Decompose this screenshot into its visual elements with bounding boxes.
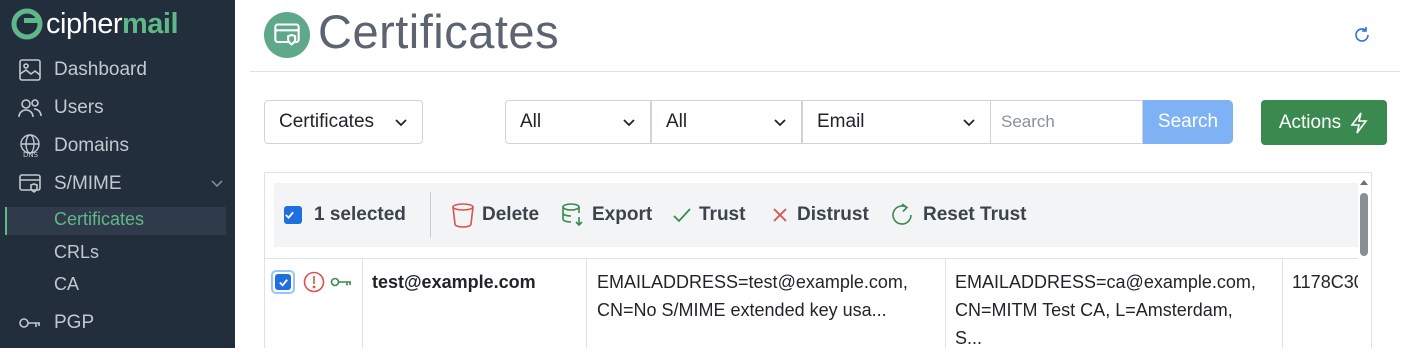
chevron-down-icon	[774, 119, 786, 127]
filter-select-2[interactable]: All	[651, 100, 802, 144]
sidebar-item-certificates[interactable]: Certificates	[54, 209, 144, 230]
reset-trust-button[interactable]: Reset Trust	[890, 183, 1026, 247]
sidebar-item-label: PGP	[54, 312, 95, 333]
page-title: Certificates	[318, 5, 560, 58]
trash-icon	[452, 203, 474, 228]
page-header: Certificates	[250, 0, 1400, 72]
certificate-icon	[264, 12, 310, 58]
scroll-up-icon[interactable]	[1358, 177, 1370, 187]
logo-text-cipher: cipher	[46, 7, 123, 40]
row-divider	[264, 258, 1358, 259]
type-select[interactable]: Certificates	[264, 100, 423, 144]
chevron-down-icon	[395, 119, 407, 127]
column-divider	[586, 258, 587, 348]
warning-icon	[303, 271, 325, 293]
field-select[interactable]: Email	[802, 100, 991, 144]
key-icon	[19, 318, 40, 328]
chevron-down-icon	[623, 119, 635, 127]
chevron-down-icon[interactable]	[210, 176, 224, 190]
export-button[interactable]: Export	[561, 183, 652, 247]
lightning-icon	[1350, 112, 1368, 133]
row-checkbox[interactable]	[271, 270, 295, 294]
sidebar-item-domains[interactable]: DNS Domains	[18, 131, 129, 161]
cell-email: test@example.com	[372, 272, 536, 292]
column-divider	[1282, 258, 1283, 348]
sidebar-item-label: Dashboard	[54, 59, 147, 80]
checkbox-checked-icon	[275, 274, 291, 290]
refresh-icon[interactable]	[1353, 26, 1371, 44]
logo[interactable]: ciphermail	[10, 4, 179, 44]
sidebar-item-pgp[interactable]: PGP	[18, 308, 94, 338]
sidebar-item-users[interactable]: Users	[18, 93, 104, 123]
cell-issuer-line: EMAILADDRESS=ca@example.com,	[955, 272, 1256, 292]
cipher-logo-icon	[11, 8, 43, 40]
cell-serial: 1178C30	[1292, 272, 1358, 292]
toolbar-divider	[430, 192, 431, 238]
logo-text-mail: mail	[122, 7, 179, 40]
close-icon	[773, 208, 787, 222]
sidebar-item-label: Users	[54, 97, 104, 118]
cell-subject-line: CN=No S/MIME extended key usa...	[597, 300, 887, 320]
scrollbar-thumb[interactable]	[1360, 193, 1368, 256]
filter-select-1[interactable]: All	[505, 100, 651, 144]
selected-count: 1 selected	[314, 204, 406, 225]
smime-icon	[19, 174, 41, 193]
sidebar: ciphermail Dashboard Users DNS Domains S…	[0, 0, 235, 348]
sidebar-item-label: S/MIME	[54, 173, 122, 194]
column-divider	[945, 258, 946, 348]
trust-button[interactable]: Trust	[672, 183, 745, 247]
check-icon	[673, 208, 691, 223]
checkbox-checked-icon	[284, 206, 302, 224]
reset-icon	[892, 203, 912, 225]
distrust-button[interactable]: Distrust	[770, 183, 869, 247]
cell-issuer-line: CN=MITM Test CA, L=Amsterdam,	[955, 300, 1233, 320]
chevron-down-icon	[963, 119, 975, 127]
key-icon	[330, 277, 351, 287]
search-button[interactable]: Search	[1143, 100, 1233, 144]
search-input[interactable]: Search	[991, 100, 1143, 144]
cell-subject-line: EMAILADDRESS=test@example.com,	[597, 272, 908, 292]
delete-button[interactable]: Delete	[451, 183, 539, 247]
sidebar-item-crls[interactable]: CRLs	[54, 242, 99, 263]
select-all-checkbox[interactable]: 1 selected	[284, 183, 406, 247]
selection-toolbar: 1 selected Delete Export Trust Distrust …	[274, 183, 1358, 247]
dashboard-icon	[19, 59, 41, 81]
actions-button[interactable]: Actions	[1261, 100, 1387, 145]
dns-globe-icon: DNS	[20, 134, 40, 158]
sidebar-item-dashboard[interactable]: Dashboard	[18, 55, 147, 85]
column-divider	[362, 258, 363, 348]
sidebar-item-label: Domains	[54, 135, 129, 156]
users-icon	[18, 99, 42, 118]
svg-text:DNS: DNS	[23, 151, 39, 158]
sidebar-item-ca[interactable]: CA	[54, 274, 79, 295]
sidebar-item-smime[interactable]: S/MIME	[18, 169, 122, 199]
database-export-icon	[562, 203, 583, 227]
